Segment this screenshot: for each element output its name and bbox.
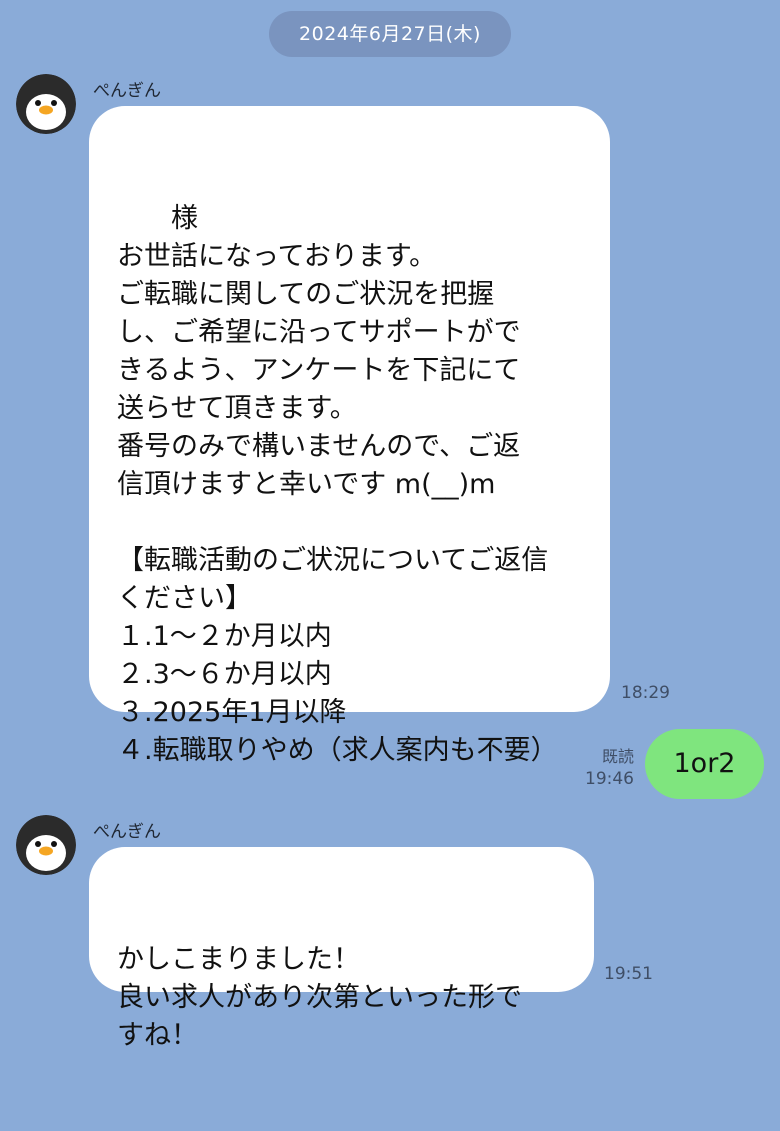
penguin-avatar[interactable] (16, 74, 76, 134)
message-text: 様 お世話になっております。 ご転職に関してのご状況を把握 し、ご希望に沿ってサ… (117, 203, 558, 766)
date-separator: 2024年6月27日(木) (269, 11, 511, 57)
penguin-avatar[interactable] (16, 815, 76, 875)
penguin-icon (16, 74, 76, 134)
message-text: かしこまりました！ 良い求人があり次第といった形で すね！ (117, 944, 522, 1051)
message-text: 1or2 (673, 748, 736, 779)
chat-view[interactable]: 2024年6月27日(木) ぺんぎん 様 お世話になっております。 ご転職に関し… (0, 0, 780, 1051)
sender-name: ぺんぎん (93, 822, 161, 842)
message-bubble[interactable]: かしこまりました！ 良い求人があり次第といった形で すね！ (89, 847, 594, 1051)
message-time: 19:51 (604, 964, 653, 984)
read-receipt: 既読 19:46 (574, 746, 634, 790)
message-bubble[interactable]: 様 お世話になっております。 ご転職に関してのご状況を把握 し、ご希望に沿ってサ… (89, 106, 610, 766)
penguin-icon (16, 815, 76, 875)
read-label: 既読 (601, 747, 634, 766)
message-time: 18:29 (621, 683, 670, 703)
sender-name: ぺんぎん (93, 81, 161, 101)
message-time: 19:46 (585, 769, 634, 789)
my-message-bubble[interactable]: 1or2 (645, 729, 764, 799)
